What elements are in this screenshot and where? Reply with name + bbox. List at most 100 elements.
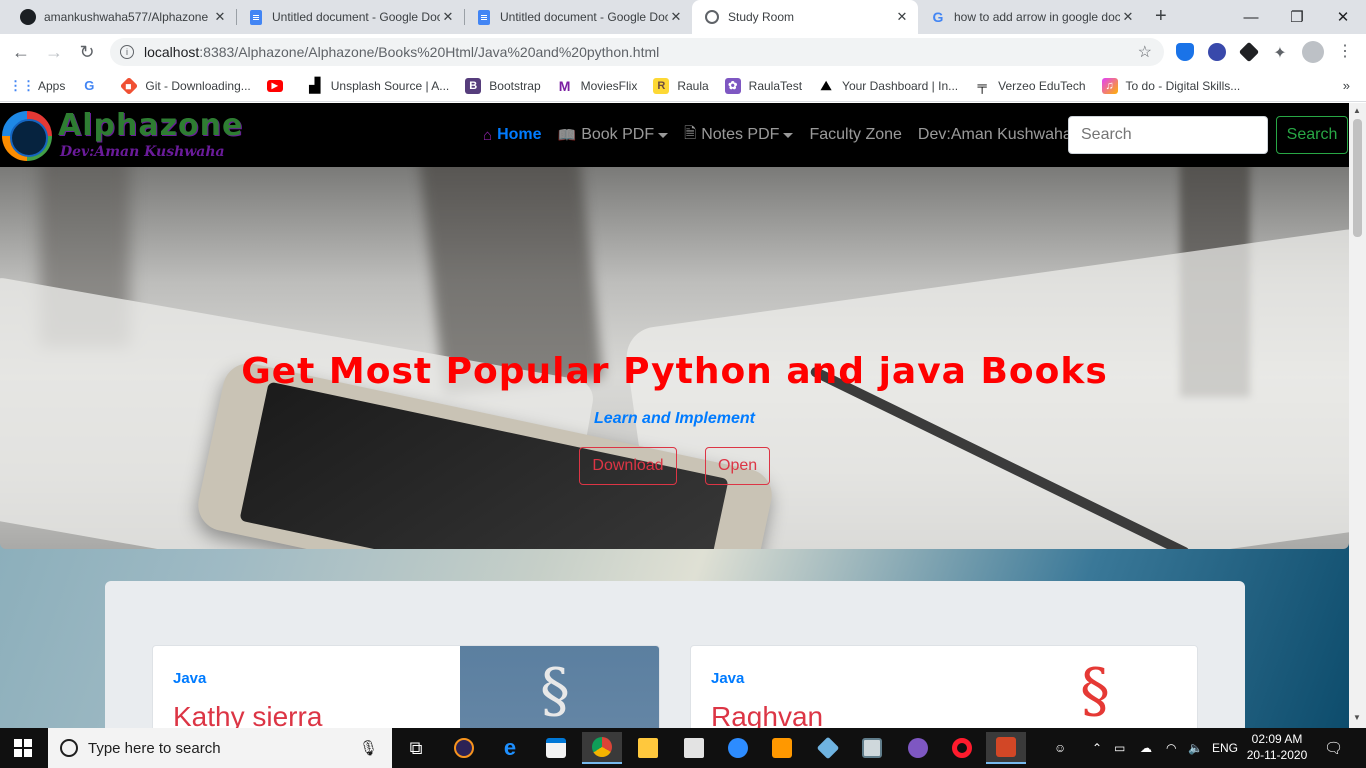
- close-tab-icon[interactable]: ✕: [1120, 9, 1136, 25]
- nav-faculty-zone[interactable]: Faculty Zone: [809, 126, 901, 144]
- show-hidden-icons[interactable]: ⌃: [1092, 728, 1102, 768]
- close-tab-icon[interactable]: ✕: [668, 9, 684, 25]
- scroll-down-icon[interactable]: ▼: [1353, 713, 1361, 722]
- bookmark-item[interactable]: ╤ Verzeo EduTech: [974, 78, 1086, 94]
- bookmark-item[interactable]: G: [81, 78, 105, 94]
- browser-tab-active[interactable]: Study Room ✕: [692, 0, 918, 34]
- zoom-icon[interactable]: [718, 732, 758, 764]
- site-search-button[interactable]: Search: [1276, 116, 1348, 154]
- minimize-icon[interactable]: —: [1228, 0, 1274, 34]
- profile-avatar[interactable]: [1302, 41, 1324, 63]
- screen-app-icon[interactable]: [852, 732, 892, 764]
- browser-tab[interactable]: Untitled document - Google Docs ✕: [236, 0, 464, 34]
- tab-title: how to add arrow in google docs: [954, 10, 1120, 24]
- input-language[interactable]: ENG: [1212, 728, 1238, 768]
- github-icon: [20, 9, 36, 25]
- system-clock[interactable]: 02:09 AM 20-11-2020: [1244, 731, 1310, 763]
- powerpoint-icon[interactable]: [986, 732, 1026, 764]
- taskbar-search-placeholder: Type here to search: [88, 739, 221, 757]
- book-card[interactable]: Java Kathy sierra §: [152, 645, 660, 728]
- browser-tab[interactable]: Untitled document - Google Docs ✕: [464, 0, 692, 34]
- git-icon: ◆: [120, 76, 139, 95]
- site-info-icon[interactable]: i: [120, 45, 134, 59]
- file-explorer-icon[interactable]: [628, 732, 668, 764]
- bookmark-item[interactable]: M MoviesFlix: [557, 78, 638, 94]
- onedrive-icon[interactable]: ☁: [1140, 728, 1152, 768]
- unsplash-icon: ▟: [309, 77, 321, 93]
- sublime-text-icon[interactable]: [762, 732, 802, 764]
- close-tab-icon[interactable]: ✕: [894, 9, 910, 25]
- wifi-icon[interactable]: ◠: [1166, 728, 1176, 768]
- close-tab-icon[interactable]: ✕: [440, 9, 456, 25]
- reload-icon[interactable]: ↻: [76, 41, 98, 63]
- chrome-menu-icon[interactable]: ⋮: [1336, 43, 1354, 61]
- bookmarks-bar: ⋮⋮ Apps G ◆ Git - Downloading... ▶ ▟ Uns…: [0, 70, 1366, 102]
- volume-icon[interactable]: 🔈: [1188, 728, 1203, 768]
- raulatest-icon: ✿: [724, 77, 741, 94]
- nav-developer[interactable]: Dev:Aman Kushwaha: [918, 126, 1072, 144]
- java-cover-image: §: [998, 646, 1197, 728]
- chrome-icon[interactable]: [582, 732, 622, 764]
- raula-icon: R: [653, 77, 670, 94]
- close-tab-icon[interactable]: ✕: [212, 9, 228, 25]
- close-window-icon[interactable]: ✕: [1320, 0, 1366, 34]
- book-card[interactable]: Java Raghvan §: [690, 645, 1198, 728]
- eclipse-icon[interactable]: [444, 732, 484, 764]
- more-bookmarks-icon[interactable]: »: [1343, 78, 1350, 93]
- cat-app-icon[interactable]: [898, 732, 938, 764]
- edge-icon[interactable]: e: [490, 732, 530, 764]
- notifications-icon[interactable]: 🗨: [1324, 728, 1343, 768]
- back-icon[interactable]: ←: [10, 41, 32, 63]
- book-category: Java: [711, 670, 745, 687]
- brand-logo[interactable]: Alphazone Dev:Aman Kushwaha: [2, 108, 272, 163]
- site-search-input[interactable]: [1068, 116, 1268, 154]
- bookmark-star-icon[interactable]: ☆: [1138, 42, 1152, 62]
- browser-toolbar: ← → ↻ i localhost:8383/Alphazone/Alphazo…: [0, 34, 1366, 70]
- windows-start-icon[interactable]: [14, 739, 32, 757]
- browser-tab[interactable]: G how to add arrow in google docs ✕: [918, 0, 1144, 34]
- bookmark-label: RaulaTest: [748, 78, 803, 93]
- cube-extension-icon[interactable]: [1238, 41, 1260, 63]
- netbeans-icon[interactable]: [808, 732, 848, 764]
- page-scrollbar[interactable]: ▲ ▼: [1349, 103, 1366, 728]
- microphone-icon[interactable]: 🎙: [359, 739, 378, 757]
- open-button[interactable]: Open: [705, 447, 770, 485]
- bookmark-item[interactable]: ⛰ Your Dashboard | In...: [818, 78, 959, 94]
- puzzle-extensions-icon[interactable]: ✦: [1271, 43, 1289, 62]
- opera-icon[interactable]: [942, 732, 982, 764]
- maximize-icon[interactable]: ❐: [1274, 0, 1320, 34]
- people-icon[interactable]: ☺: [1054, 728, 1066, 768]
- shield-extension-icon[interactable]: [1176, 43, 1194, 61]
- bookmark-item[interactable]: ▶: [266, 79, 291, 92]
- google-icon: G: [84, 78, 95, 93]
- bookmark-item[interactable]: R Raula: [653, 77, 709, 94]
- browser-tab[interactable]: amankushwaha577/Alphazone ✕: [8, 0, 236, 34]
- nav-home[interactable]: ⌂ Home: [483, 126, 542, 144]
- globe-logo-icon: [2, 111, 52, 161]
- battery-icon[interactable]: ▭: [1114, 728, 1125, 768]
- brand-title: Alphazone: [58, 108, 244, 143]
- scrollbar-thumb[interactable]: [1353, 119, 1362, 237]
- download-button[interactable]: Download: [579, 447, 677, 485]
- task-view-icon[interactable]: ⧉: [396, 732, 436, 764]
- taskbar-search-box[interactable]: Type here to search 🎙: [48, 728, 392, 768]
- java-logo-icon: §: [1080, 656, 1110, 726]
- bookmark-label: Raula: [677, 78, 709, 93]
- extension-icon[interactable]: [1208, 43, 1226, 61]
- nav-book-pdf-dropdown[interactable]: 📖 Book PDF: [558, 126, 669, 144]
- address-bar[interactable]: i localhost:8383/Alphazone/Alphazone/Boo…: [110, 38, 1164, 66]
- bookmark-item[interactable]: ▟ Unsplash Source | A...: [307, 77, 449, 94]
- bookmark-item[interactable]: B Bootstrap: [465, 77, 541, 94]
- scroll-up-icon[interactable]: ▲: [1353, 106, 1361, 115]
- bookmark-item[interactable]: ♫ To do - Digital Skills...: [1101, 77, 1241, 94]
- bookmark-label: To do - Digital Skills...: [1125, 78, 1241, 93]
- bookmark-item[interactable]: ◆ Git - Downloading...: [120, 76, 251, 95]
- nav-notes-pdf-dropdown[interactable]: 🗎 Notes PDF: [684, 123, 794, 148]
- forward-icon[interactable]: →: [43, 41, 65, 63]
- bookmark-item[interactable]: ⋮⋮ Apps: [9, 78, 65, 94]
- document-app-icon[interactable]: [674, 732, 714, 764]
- new-tab-icon[interactable]: +: [1155, 5, 1167, 28]
- brand-subtitle: Dev:Aman Kushwaha: [60, 144, 225, 160]
- store-icon[interactable]: [536, 732, 576, 764]
- bookmark-item[interactable]: ✿ RaulaTest: [724, 77, 803, 94]
